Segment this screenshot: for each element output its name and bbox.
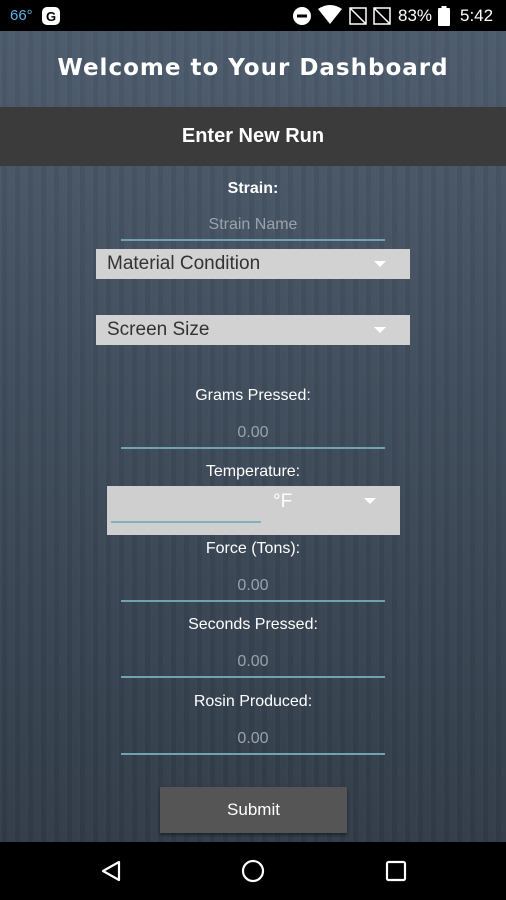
temperature-unit: °F <box>273 491 293 512</box>
seconds-pressed-input[interactable]: 0.00 <box>121 648 385 678</box>
force-label: Force (Tons): <box>205 540 301 557</box>
temperature-label: Temperature: <box>205 463 301 480</box>
recents-icon[interactable] <box>385 860 407 887</box>
status-bar: 66° G 83% 5:42 <box>0 0 506 31</box>
chevron-down-icon <box>374 261 386 267</box>
seconds-pressed-label: Seconds Pressed: <box>188 616 318 633</box>
header-title: Enter New Run <box>181 125 325 147</box>
strain-label: Strain: <box>227 180 279 197</box>
material-condition-label: Material Condition <box>107 253 261 274</box>
wifi-icon <box>318 5 342 30</box>
back-icon[interactable] <box>99 859 123 888</box>
rosin-produced-input[interactable]: 0.00 <box>121 725 385 755</box>
temperature-dropdown[interactable]: °F <box>107 486 400 535</box>
grams-pressed-input[interactable]: 0.00 <box>121 419 385 449</box>
battery-icon <box>438 6 450 31</box>
notification-badge-icon: G <box>41 6 61 26</box>
chevron-down-icon <box>374 327 386 333</box>
battery-percent: 83% <box>398 6 433 25</box>
welcome-title: Welcome to Your Dashboard <box>57 55 449 81</box>
notification-badge-letter: G <box>46 9 56 24</box>
home-icon[interactable] <box>241 859 265 888</box>
screen-size-dropdown[interactable]: Screen Size <box>96 315 410 345</box>
weather-temperature: 66° <box>10 7 33 24</box>
no-signal-icon <box>348 6 368 31</box>
rosin-produced-label: Rosin Produced: <box>193 693 313 710</box>
clock: 5:42 <box>460 6 494 25</box>
no-signal-icon <box>372 6 392 31</box>
navigation-bar <box>0 842 506 900</box>
chevron-down-icon <box>364 498 376 504</box>
do-not-disturb-icon <box>292 6 312 31</box>
app-screen: Welcome to Your Dashboard Enter New Run … <box>0 31 506 842</box>
header-bar: Enter New Run <box>0 107 506 166</box>
temperature-input-underline <box>111 521 261 523</box>
submit-button[interactable]: Submit <box>160 787 347 833</box>
force-input[interactable]: 0.00 <box>121 572 385 602</box>
material-condition-dropdown[interactable]: Material Condition <box>96 249 410 279</box>
screen-size-label: Screen Size <box>107 319 210 340</box>
strain-name-input[interactable]: Strain Name <box>121 211 385 241</box>
grams-pressed-label: Grams Pressed: <box>195 387 311 404</box>
